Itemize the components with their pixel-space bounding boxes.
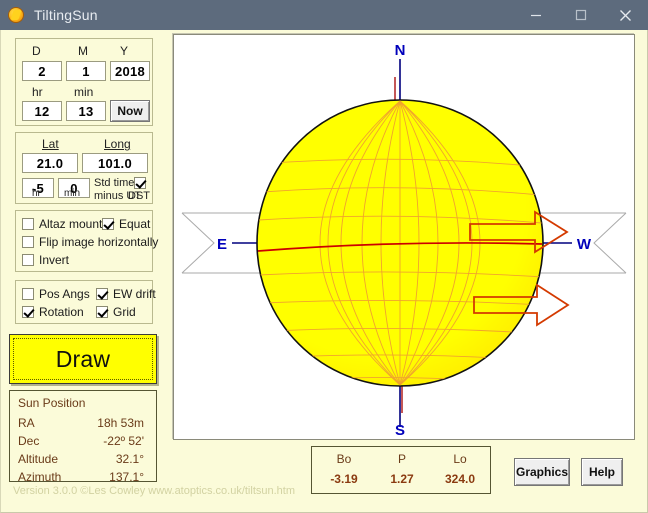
- checkbox-box-icon: [22, 288, 34, 300]
- bo-header: Bo: [336, 452, 352, 466]
- checkbox-ew-drift[interactable]: EW drift: [96, 287, 156, 301]
- checkbox-altaz-mount[interactable]: Altaz mount: [22, 217, 102, 231]
- checkbox-label: Grid: [113, 305, 136, 319]
- maximize-icon[interactable]: [558, 0, 603, 30]
- std-offset-hour-label: hr: [32, 188, 41, 199]
- checkbox-box-icon: [96, 288, 108, 300]
- checkbox-label: Rotation: [39, 305, 84, 319]
- cardinal-south-label: S: [395, 422, 405, 439]
- checkbox-label: Flip image horizontally: [39, 235, 159, 249]
- location-panel: Lat Long 21.0 101.0 -5 0 hr min Std time…: [15, 132, 153, 204]
- minimize-icon[interactable]: [513, 0, 558, 30]
- tiltingsun-window: TiltingSun D M Y 2 1 2018 hr min 12 13 N…: [0, 0, 648, 513]
- day-input[interactable]: 2: [22, 61, 62, 81]
- sun-position-key-dec: Dec: [18, 434, 40, 448]
- draw-button[interactable]: Draw: [9, 334, 157, 384]
- cardinal-north-label: N: [395, 42, 406, 59]
- checkbox-pos-angs[interactable]: Pos Angs: [22, 287, 90, 301]
- window-controls: [513, 0, 648, 30]
- checkbox-label: Pos Angs: [39, 287, 90, 301]
- minute-input[interactable]: 13: [66, 101, 106, 121]
- checkbox-box-icon: [22, 218, 34, 230]
- std-offset-minute-label: min: [64, 188, 81, 199]
- long-label: Long: [104, 137, 131, 151]
- p-header: P: [397, 452, 406, 466]
- checkbox-label: EW drift: [113, 287, 156, 301]
- checkbox-label: Equat: [119, 217, 151, 231]
- month-input[interactable]: 1: [66, 61, 106, 81]
- now-button[interactable]: Now: [110, 100, 150, 122]
- sun-icon: [7, 6, 25, 24]
- checkbox-invert[interactable]: Invert: [22, 253, 69, 267]
- lo-header: Lo: [453, 452, 467, 466]
- checkbox-equat[interactable]: Equat: [102, 217, 150, 231]
- sun-position-value-azimuth: 137.1°: [109, 470, 144, 484]
- datetime-panel: D M Y 2 1 2018 hr min 12 13 Now: [15, 38, 153, 126]
- dst-checkbox[interactable]: [134, 177, 151, 189]
- day-label: D: [32, 44, 41, 58]
- title-bar: TiltingSun: [0, 0, 648, 30]
- year-input[interactable]: 2018: [110, 61, 150, 81]
- lat-label: Lat: [42, 137, 59, 151]
- checkbox-grid[interactable]: Grid: [96, 305, 136, 319]
- cardinal-west-label: W: [577, 236, 592, 253]
- long-input[interactable]: 101.0: [82, 153, 148, 173]
- year-label: Y: [120, 44, 129, 58]
- version-footer: Version 3.0.0 ©Les Cowley www.atoptics.c…: [13, 485, 296, 497]
- std-time-label-line1: Std time: [94, 177, 135, 189]
- checkbox-box-icon: [96, 306, 108, 318]
- checkbox-box-icon: [22, 306, 34, 318]
- minute-label: min: [74, 85, 94, 99]
- checkbox-box-icon: [22, 236, 34, 248]
- mount-panel: Altaz mount Equat Flip image horizontall…: [15, 210, 158, 272]
- lat-input[interactable]: 21.0: [22, 153, 78, 173]
- close-icon[interactable]: [603, 0, 648, 30]
- sun-diagram-canvas[interactable]: N S E W: [173, 34, 635, 440]
- month-label: M: [78, 44, 88, 58]
- graphics-button[interactable]: Graphics: [514, 458, 570, 486]
- sun-position-key-ra: RA: [18, 416, 35, 430]
- checkbox-rotation[interactable]: Rotation: [22, 305, 84, 319]
- sun-position-title: Sun Position: [18, 396, 86, 410]
- hour-label: hr: [32, 85, 43, 99]
- sun-diagram-svg: N S E W: [181, 42, 627, 439]
- p-value: 1.27: [390, 472, 414, 486]
- sun-position-value-altitude: 32.1°: [115, 452, 144, 466]
- sun-position-key-azimuth: Azimuth: [18, 470, 62, 484]
- sun-position-value-ra: 18h 53m: [97, 416, 144, 430]
- sun-position-key-altitude: Altitude: [18, 452, 59, 466]
- solar-params-panel: Bo -3.19 P 1.27 Lo 324.0: [311, 446, 491, 494]
- checkbox-box-icon: [102, 218, 114, 230]
- draw-button-label: Draw: [55, 345, 111, 372]
- checkbox-flip-horizontal[interactable]: Flip image horizontally: [22, 235, 158, 249]
- sun-position-panel: Sun Position RA 18h 53m Dec -22º 52' Alt…: [9, 390, 157, 484]
- lo-value: 324.0: [444, 472, 476, 486]
- hour-input[interactable]: 12: [22, 101, 62, 121]
- checkbox-label: Altaz mount: [39, 217, 103, 231]
- checkbox-label: Invert: [39, 253, 70, 267]
- checkbox-box-icon: [22, 254, 34, 266]
- display-options-panel: Pos Angs EW drift Rotation Grid: [15, 280, 156, 324]
- sun-position-value-dec: -22º 52': [103, 434, 144, 448]
- dst-label: DST: [128, 190, 150, 202]
- help-button[interactable]: Help: [581, 458, 623, 486]
- bo-value: -3.19: [330, 472, 358, 486]
- window-title: TiltingSun: [34, 7, 98, 23]
- cardinal-east-label: E: [217, 236, 227, 253]
- dst-check-icon: [134, 177, 146, 189]
- client-area: D M Y 2 1 2018 hr min 12 13 Now Lat Long…: [0, 30, 648, 513]
